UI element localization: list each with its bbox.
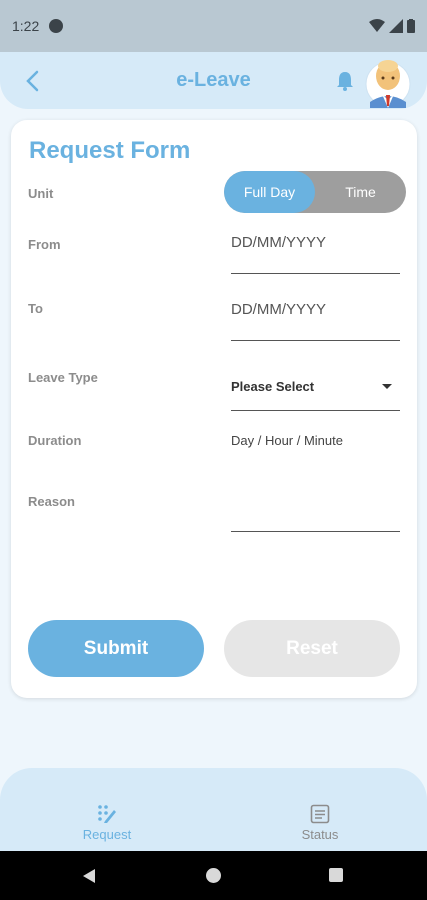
status-time: 1:22 xyxy=(12,18,40,34)
unit-toggle: Full Day Time xyxy=(224,171,406,213)
page-title: e-Leave xyxy=(176,69,251,91)
battery-icon xyxy=(407,19,415,33)
duration-label: Duration xyxy=(28,433,82,448)
leave-type-label: Leave Type xyxy=(28,370,98,385)
to-date-field[interactable]: DD/MM/YYYY xyxy=(231,301,400,341)
signal-icon xyxy=(389,19,403,33)
app-notification-icon xyxy=(49,19,64,33)
avatar[interactable] xyxy=(364,56,412,108)
unit-label: Unit xyxy=(28,186,54,201)
wifi-icon xyxy=(369,19,385,32)
system-home-icon[interactable] xyxy=(206,868,221,883)
nav-item-request-label: Request xyxy=(82,827,132,842)
leave-type-dropdown[interactable]: Please Select xyxy=(231,379,400,411)
nav-item-status[interactable]: Status xyxy=(280,804,360,842)
to-date-placeholder: DD/MM/YYYY xyxy=(231,301,327,318)
system-recents-icon[interactable] xyxy=(329,868,343,882)
from-date-placeholder: DD/MM/YYYY xyxy=(231,234,327,251)
duration-value: Day / Hour / Minute xyxy=(231,433,343,448)
request-icon xyxy=(98,805,116,823)
to-label: To xyxy=(28,301,43,316)
nav-item-request[interactable]: Request xyxy=(67,804,147,842)
nav-item-status-label: Status xyxy=(301,827,339,842)
status-bar: 1:22 xyxy=(0,0,427,52)
dropdown-caret-icon xyxy=(382,384,392,389)
unit-option-time[interactable]: Time xyxy=(315,171,406,213)
from-label: From xyxy=(28,237,61,252)
system-back-icon[interactable] xyxy=(81,868,97,884)
reason-input[interactable] xyxy=(231,492,400,532)
app-header: e-Leave xyxy=(0,52,427,109)
reason-label: Reason xyxy=(28,494,75,509)
status-list-icon xyxy=(310,804,330,824)
status-icons xyxy=(369,19,415,33)
form-title: Request Form xyxy=(29,137,191,164)
bell-icon[interactable] xyxy=(334,70,356,92)
reset-button[interactable]: Reset xyxy=(224,620,400,677)
from-date-field[interactable]: DD/MM/YYYY xyxy=(231,234,400,274)
system-nav-bar xyxy=(0,851,427,900)
request-form-card: Request Form Unit Full Day Time From DD/… xyxy=(11,120,417,698)
unit-option-full-day[interactable]: Full Day xyxy=(224,171,315,213)
submit-button[interactable]: Submit xyxy=(28,620,204,677)
bottom-nav: Request Status xyxy=(0,768,427,851)
leave-type-value: Please Select xyxy=(231,379,315,394)
